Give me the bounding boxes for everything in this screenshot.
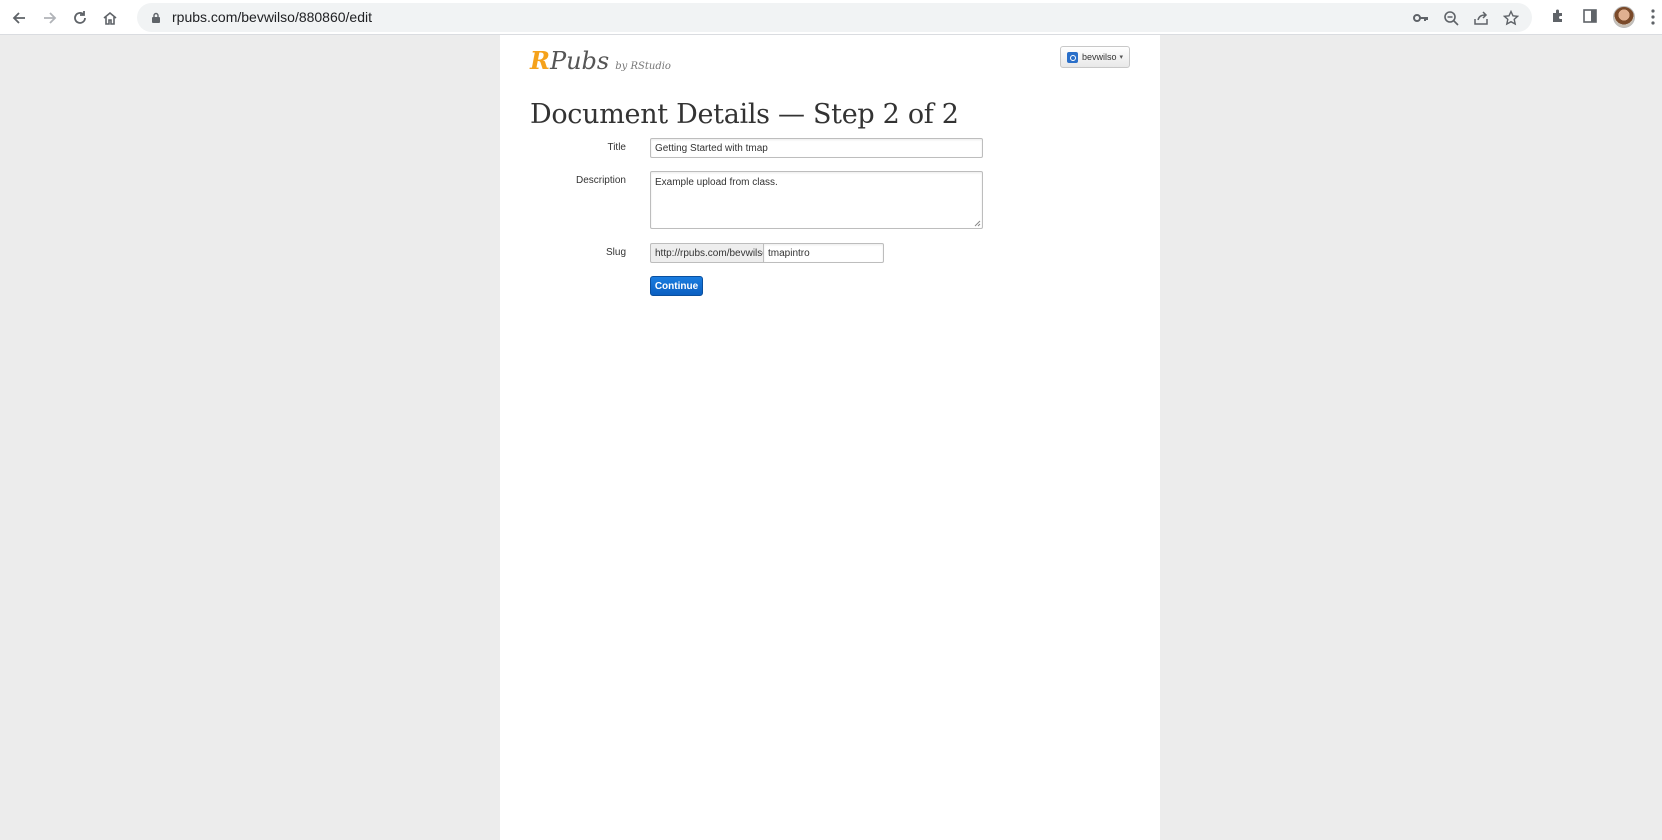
logo-by-rstudio: by RStudio bbox=[615, 61, 671, 72]
continue-button[interactable]: Continue bbox=[650, 276, 703, 296]
side-panel-icon[interactable] bbox=[1580, 6, 1600, 26]
description-textarea[interactable]: Example upload from class. bbox=[650, 171, 983, 229]
slug-prefix: http://rpubs.com/bevwilso/ bbox=[650, 243, 771, 263]
url-text: rpubs.com/bevwilso/880860/edit bbox=[172, 9, 373, 25]
share-icon[interactable] bbox=[1472, 9, 1490, 27]
description-label: Description bbox=[575, 175, 626, 186]
home-icon[interactable] bbox=[97, 5, 123, 31]
bookmark-star-icon[interactable] bbox=[1502, 9, 1520, 27]
zoom-out-icon[interactable] bbox=[1442, 9, 1460, 27]
page-title: Document Details — Step 2 of 2 bbox=[530, 99, 959, 130]
address-bar[interactable]: rpubs.com/bevwilso/880860/edit bbox=[137, 3, 1532, 32]
profile-avatar[interactable] bbox=[1613, 6, 1635, 28]
user-menu-button[interactable]: bevwilso ▾ bbox=[1060, 46, 1130, 68]
browser-toolbar: rpubs.com/bevwilso/880860/edit bbox=[0, 0, 1662, 35]
rpubs-logo[interactable]: RPubs by RStudio bbox=[530, 46, 671, 75]
slug-input[interactable]: tmapintro bbox=[763, 243, 884, 263]
page-container: RPubs by RStudio bevwilso ▾ Document Deta… bbox=[500, 35, 1160, 840]
resize-handle-icon[interactable] bbox=[973, 219, 981, 227]
slug-label: Slug bbox=[605, 247, 626, 258]
reload-icon[interactable] bbox=[67, 5, 93, 31]
more-menu-icon[interactable] bbox=[1650, 8, 1656, 26]
logo-pubs: Pubs bbox=[549, 47, 610, 75]
title-input[interactable]: Getting Started with tmap bbox=[650, 138, 983, 158]
key-icon[interactable] bbox=[1412, 9, 1430, 27]
forward-icon[interactable] bbox=[37, 5, 63, 31]
logo-r: R bbox=[530, 46, 550, 75]
title-label: Title bbox=[607, 142, 626, 153]
lock-icon bbox=[151, 11, 161, 29]
back-icon[interactable] bbox=[6, 5, 32, 31]
chevron-down-icon: ▾ bbox=[1119, 54, 1124, 61]
power-icon bbox=[1067, 51, 1078, 63]
user-name: bevwilso bbox=[1082, 52, 1117, 62]
extensions-icon[interactable] bbox=[1548, 6, 1568, 26]
description-text: Example upload from class. bbox=[655, 177, 778, 188]
